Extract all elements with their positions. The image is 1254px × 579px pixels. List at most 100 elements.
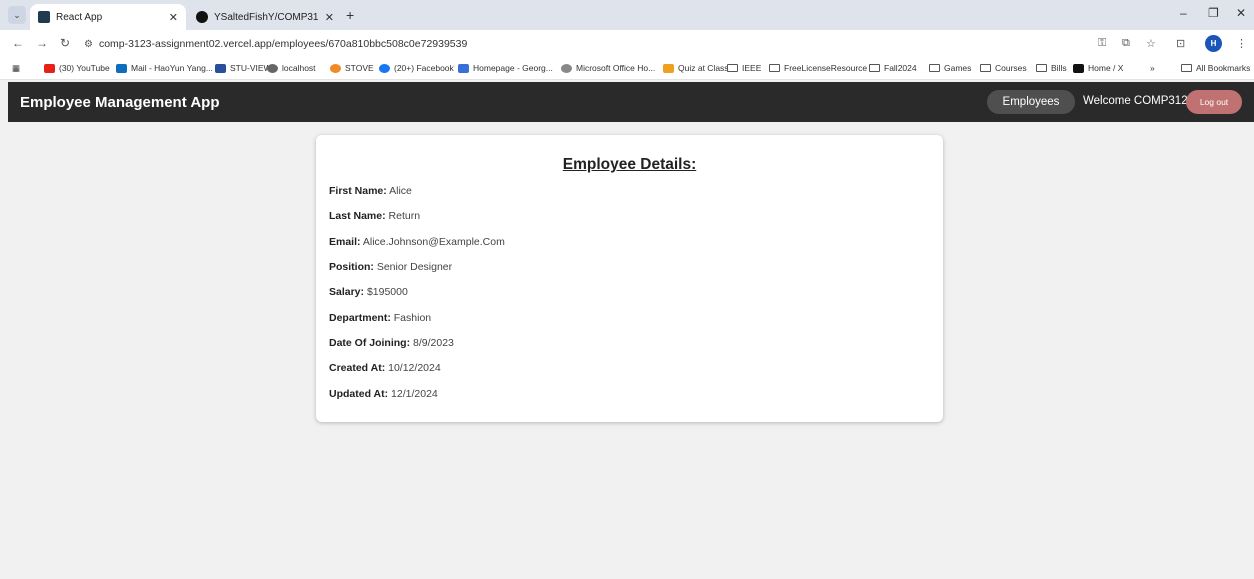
bookmark-folder-freelicense[interactable]: FreeLicenseResource (769, 63, 867, 73)
password-key-icon[interactable]: ⚿ (1098, 37, 1106, 50)
browser-tab-bar: ⌄ React App ✕ YSaltedFishY/COMP3123-Assi… (0, 0, 1254, 30)
bookmark-label: Games (944, 63, 972, 73)
github-favicon-icon (196, 11, 208, 23)
field-value: Fashion (393, 312, 432, 324)
menu-kebab-icon[interactable]: ⋮ (1236, 37, 1247, 50)
bookmark-youtube[interactable]: (30) YouTube (44, 63, 110, 73)
minimize-icon[interactable]: – (1180, 6, 1187, 20)
bookmark-office[interactable]: Microsoft Office Ho... (561, 63, 655, 73)
logout-button[interactable]: Log out (1186, 90, 1242, 114)
field-label: First Name: (329, 185, 387, 197)
x-icon (1073, 63, 1084, 73)
field-date-of-joining: Date Of Joining: 8/9/2023 (329, 337, 454, 349)
react-app-favicon-icon (38, 11, 50, 23)
bookmark-label: Courses (995, 63, 1027, 73)
folder-icon (980, 64, 991, 72)
folder-icon (1181, 64, 1192, 72)
bookmark-facebook[interactable]: (20+) Facebook (379, 63, 454, 73)
bookmark-label: FreeLicenseResource (784, 63, 868, 73)
bookmark-quiz[interactable]: Quiz at Class (663, 63, 729, 73)
tab-title: YSaltedFishY/COMP3123-Assig (214, 11, 319, 23)
url-omnibox[interactable]: ⚙ comp-3123-assignment02.vercel.app/empl… (84, 34, 1104, 54)
more-bookmarks-chevron-icon[interactable]: » (1150, 63, 1155, 73)
bookmark-folder-bills[interactable]: Bills (1036, 63, 1067, 73)
folder-icon (769, 64, 780, 72)
field-last-name: Last Name: Return (329, 210, 420, 222)
reload-icon[interactable]: ↻ (60, 36, 70, 50)
close-tab-icon[interactable]: ✕ (169, 11, 178, 24)
field-value: Senior Designer (376, 261, 453, 273)
address-bar-row: ← → ↻ ⚙ comp-3123-assignment02.vercel.ap… (0, 30, 1254, 58)
field-value: $195000 (366, 286, 408, 298)
forward-arrow-icon[interactable]: → (36, 36, 48, 50)
extensions-icon[interactable]: ⊡ (1176, 37, 1185, 50)
bookmark-label: Fall2024 (884, 63, 917, 73)
office-icon (561, 63, 572, 73)
bookmark-label: Home / X (1088, 63, 1124, 73)
bookmark-x[interactable]: Home / X (1073, 63, 1123, 73)
field-updated-at: Updated At: 12/1/2024 (329, 388, 438, 400)
tab-react-app[interactable]: React App ✕ (30, 4, 186, 30)
app-brand[interactable]: Employee Management App (20, 94, 219, 111)
field-value: Return (388, 210, 421, 222)
folder-icon (727, 64, 738, 72)
back-arrow-icon[interactable]: ← (12, 36, 24, 50)
bookmark-star-icon[interactable]: ☆ (1146, 37, 1156, 50)
close-tab-icon[interactable]: ✕ (325, 11, 334, 24)
cast-icon[interactable]: ⧉ (1122, 37, 1130, 50)
field-salary: Salary: $195000 (329, 286, 408, 298)
youtube-icon (44, 63, 55, 73)
app-header: Employee Management App Employees Welcom… (8, 82, 1254, 122)
field-label: Last Name: (329, 210, 386, 222)
bookmark-label: Bills (1051, 63, 1067, 73)
field-email: Email: Alice.Johnson@Example.Com (329, 236, 505, 248)
outlook-icon (116, 63, 127, 73)
field-label: Date Of Joining: (329, 337, 411, 349)
bookmark-folder-ieee[interactable]: IEEE (727, 63, 761, 73)
bookmarks-bar: ▦ (30) YouTube Mail - HaoYun Yang... STU… (0, 58, 1254, 80)
field-position: Position: Senior Designer (329, 261, 452, 273)
site-settings-icon[interactable]: ⚙ (84, 39, 93, 50)
field-value: Alice (389, 185, 412, 197)
bookmark-folder-games[interactable]: Games (929, 63, 971, 73)
field-label: Email: (329, 236, 361, 248)
bookmark-folder-fall2024[interactable]: Fall2024 (869, 63, 917, 73)
bookmark-label: Homepage - Georg... (473, 63, 553, 73)
bookmark-label: localhost (282, 63, 316, 73)
bookmark-folder-courses[interactable]: Courses (980, 63, 1027, 73)
welcome-text: Welcome COMP3123 (1083, 95, 1194, 107)
field-label: Position: (329, 261, 374, 273)
field-department: Department: Fashion (329, 312, 431, 324)
bookmark-mail[interactable]: Mail - HaoYun Yang... (116, 63, 213, 73)
field-label: Department: (329, 312, 391, 324)
bookmark-label: (30) YouTube (59, 63, 110, 73)
bookmark-localhost[interactable]: localhost (267, 63, 316, 73)
restore-icon[interactable]: ❐ (1208, 6, 1219, 20)
new-tab-plus-icon[interactable]: + (346, 7, 354, 23)
field-value: 12/1/2024 (391, 388, 438, 400)
globe-icon (267, 63, 278, 73)
bookmark-homepage[interactable]: Homepage - Georg... (458, 63, 553, 73)
field-first-name: First Name: Alice (329, 185, 412, 197)
bookmark-label: All Bookmarks (1196, 63, 1251, 73)
url-text[interactable]: comp-3123-assignment02.vercel.app/employ… (99, 38, 467, 50)
all-bookmarks[interactable]: All Bookmarks (1181, 63, 1250, 73)
bookmark-label: (20+) Facebook (394, 63, 454, 73)
field-label: Updated At: (329, 388, 389, 400)
tab-github[interactable]: YSaltedFishY/COMP3123-Assig ✕ (188, 4, 342, 30)
tab-search-chevron-icon[interactable]: ⌄ (8, 6, 26, 24)
homepage-icon (458, 63, 469, 73)
field-created-at: Created At: 10/12/2024 (329, 362, 441, 374)
bookmark-stove[interactable]: STOVE (330, 63, 374, 73)
employees-nav-button[interactable]: Employees (987, 90, 1075, 114)
field-label: Created At: (329, 362, 386, 374)
facebook-icon (379, 63, 390, 73)
profile-avatar[interactable]: H (1205, 35, 1222, 52)
bookmark-stu-view[interactable]: STU-VIEW (215, 63, 272, 73)
apps-grid-icon[interactable]: ▦ (12, 63, 20, 74)
close-window-icon[interactable]: ✕ (1236, 6, 1246, 20)
field-value: Alice.Johnson@Example.Com (362, 236, 505, 248)
bookmark-label: STU-VIEW (230, 63, 272, 73)
employee-details-card: Employee Details: First Name: Alice Last… (316, 135, 943, 422)
folder-icon (929, 64, 940, 72)
